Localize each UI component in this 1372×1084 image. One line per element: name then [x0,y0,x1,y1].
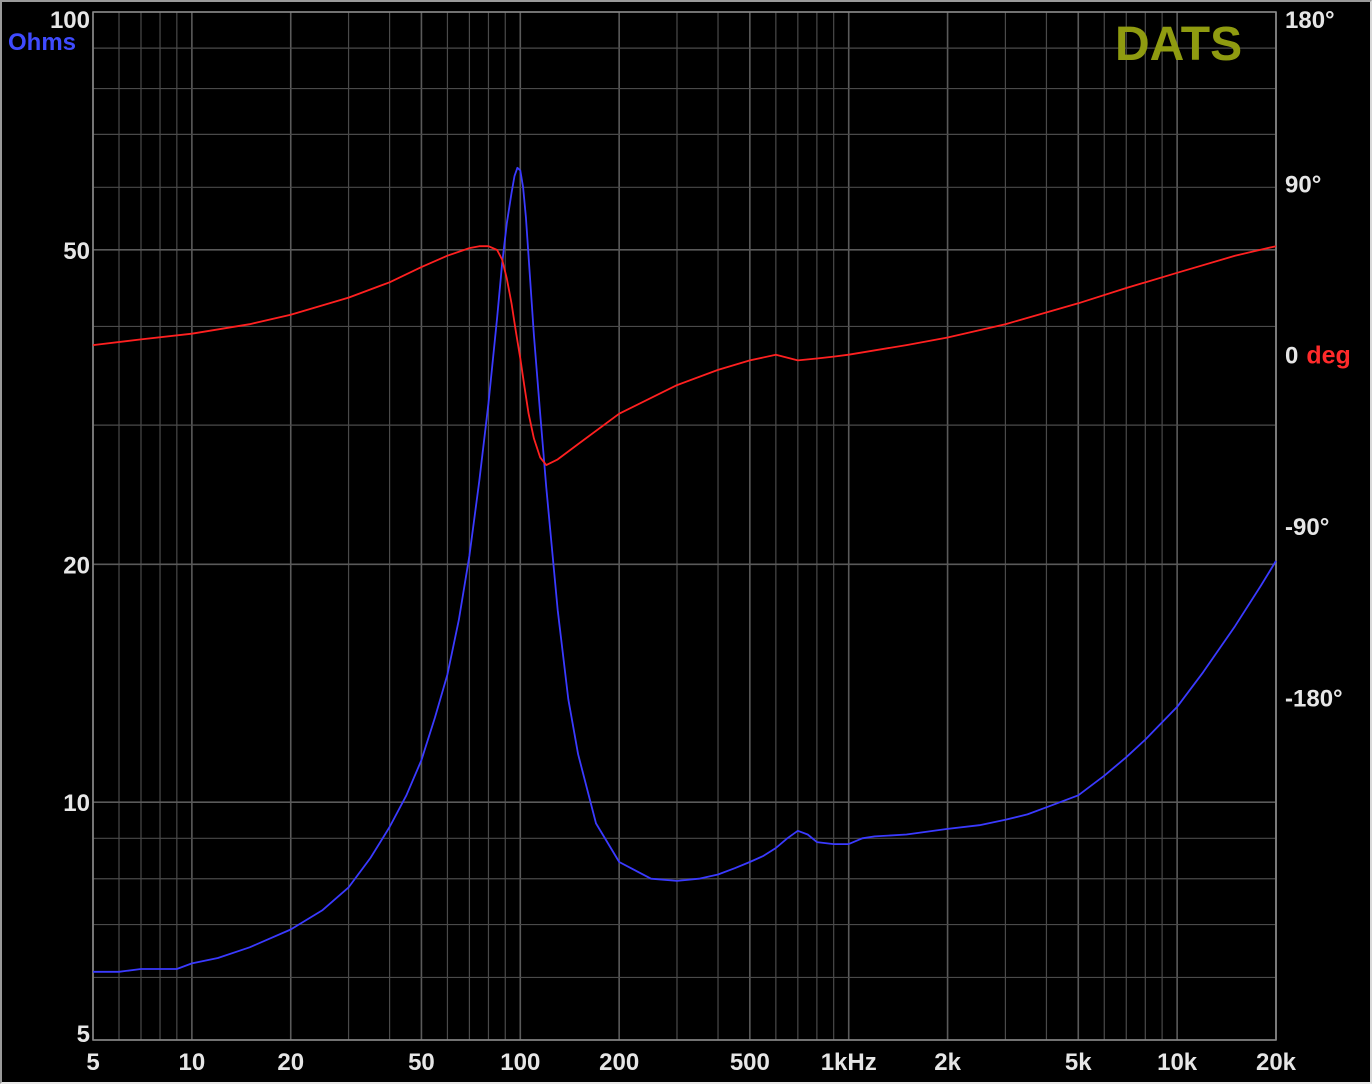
phase-series-line [92,245,1277,466]
y-tick-label: 50 [63,238,90,265]
series-layer [92,166,1277,973]
x-tick-label: 50 [408,1049,435,1076]
y-tick-label: 20 [63,552,90,579]
y2-axis-ticks: 180° 90° 0 deg -90° -180° [1285,7,1351,712]
y-tick-label: 10 [63,790,90,817]
x-tick-label: 10 [179,1049,206,1076]
plot-area-border [92,11,1277,1041]
y2-tick-label: 0 deg [1285,342,1351,370]
impedance-phase-chart: 5 10 20 50 100 200 500 1kHz 2k 5k 10k 20k 100 50 20 10… [8,7,1351,1076]
x-tick-label: 100 [500,1049,540,1076]
chart-frame: 5 10 20 50 100 200 500 1kHz 2k 5k 10k 20k 100 50 20 10… [0,0,1372,1084]
y-tick-label: 5 [77,1021,90,1048]
y-axis-ticks: 1005020105 [50,7,90,1048]
x-tick-label: 10k [1157,1049,1198,1076]
x-tick-label: 20 [277,1049,304,1076]
y2-tick-label: 90° [1285,171,1321,198]
x-tick-label: 1kHz [821,1049,877,1076]
plot-border [92,11,1277,1041]
x-axis-ticks: 5 10 20 50 100 200 500 1kHz 2k 5k 10k 20k [86,1049,1296,1076]
y-axis-label: Ohms [8,29,76,56]
x-tick-label: 200 [599,1049,639,1076]
x-tick-label: 5 [86,1049,99,1076]
y2-tick-label: 180° [1285,7,1335,34]
x-tick-label: 500 [730,1049,770,1076]
y2-tick-label: -180° [1285,685,1343,712]
grid [92,11,1277,1041]
y2-tick-label: -90° [1285,514,1329,541]
brand-logo: DATS [1115,18,1242,71]
x-tick-label: 5k [1065,1049,1092,1076]
x-tick-label: 2k [934,1049,961,1076]
x-tick-label: 20k [1256,1049,1297,1076]
impedance-series-line [93,166,1277,973]
y2-axis-label: deg [1306,342,1350,370]
